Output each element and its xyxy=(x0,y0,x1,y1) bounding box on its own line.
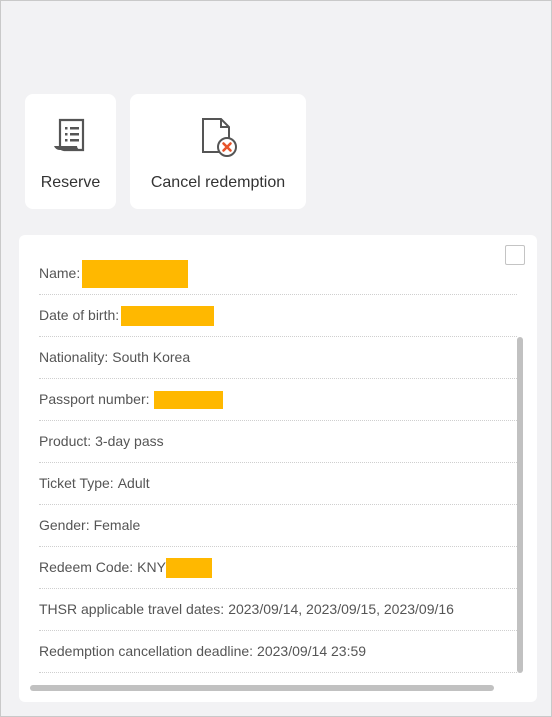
detail-value: KNY xyxy=(137,559,166,575)
receipt-icon xyxy=(50,116,92,163)
detail-label: Redeem Code: xyxy=(39,559,134,575)
detail-label: Redemption cancellation deadline: xyxy=(39,643,254,659)
detail-row-redeem-code: Redeem Code: KNY xyxy=(39,547,517,589)
detail-row-product: Product: 3-day pass xyxy=(39,421,517,463)
detail-value: Adult xyxy=(117,475,150,491)
cancel-redemption-label: Cancel redemption xyxy=(150,174,286,191)
app-frame: Reserve Cancel redemption Name: Date of … xyxy=(0,0,552,717)
cancel-redemption-button[interactable]: Cancel redemption xyxy=(130,94,306,209)
detail-value: 2023/09/14, 2023/09/15, 2023/09/16 xyxy=(228,601,454,617)
reserve-button[interactable]: Reserve xyxy=(25,94,116,209)
detail-row-gender: Gender: Female xyxy=(39,505,517,547)
detail-label: Name: xyxy=(39,265,81,281)
redacted-value xyxy=(153,390,223,409)
detail-label: Product: xyxy=(39,433,92,449)
redacted-value xyxy=(121,305,215,326)
detail-row-date-of-birth: Date of birth: xyxy=(39,295,517,337)
detail-label: Nationality: xyxy=(39,349,109,365)
vertical-scrollbar[interactable] xyxy=(517,337,523,673)
horizontal-scrollbar[interactable] xyxy=(30,685,494,691)
detail-value: 3-day pass xyxy=(95,433,164,449)
reserve-label: Reserve xyxy=(40,174,101,191)
detail-label: Ticket Type: xyxy=(39,475,114,491)
redacted-value xyxy=(165,557,212,578)
ticket-details-panel: Name: Date of birth: Nationality: South … xyxy=(19,235,537,702)
document-cancel-icon xyxy=(196,116,240,165)
redacted-value xyxy=(82,259,189,288)
detail-label: Passport number: xyxy=(39,391,150,407)
detail-value: 2023/09/14 23:59 xyxy=(257,643,367,659)
detail-list: Name: Date of birth: Nationality: South … xyxy=(39,253,517,673)
detail-label: Date of birth: xyxy=(39,307,120,323)
detail-row-nationality: Nationality: South Korea xyxy=(39,337,517,379)
detail-value: South Korea xyxy=(112,349,191,365)
detail-row-cancellation-deadline: Redemption cancellation deadline: 2023/0… xyxy=(39,631,517,673)
detail-label: Gender: xyxy=(39,517,90,533)
detail-row-ticket-type: Ticket Type: Adult xyxy=(39,463,517,505)
detail-row-name: Name: xyxy=(39,253,517,295)
detail-row-passport-number: Passport number: xyxy=(39,379,517,421)
detail-row-travel-dates: THSR applicable travel dates: 2023/09/14… xyxy=(39,589,517,631)
detail-value: Female xyxy=(93,517,141,533)
detail-label: THSR applicable travel dates: xyxy=(39,601,225,617)
